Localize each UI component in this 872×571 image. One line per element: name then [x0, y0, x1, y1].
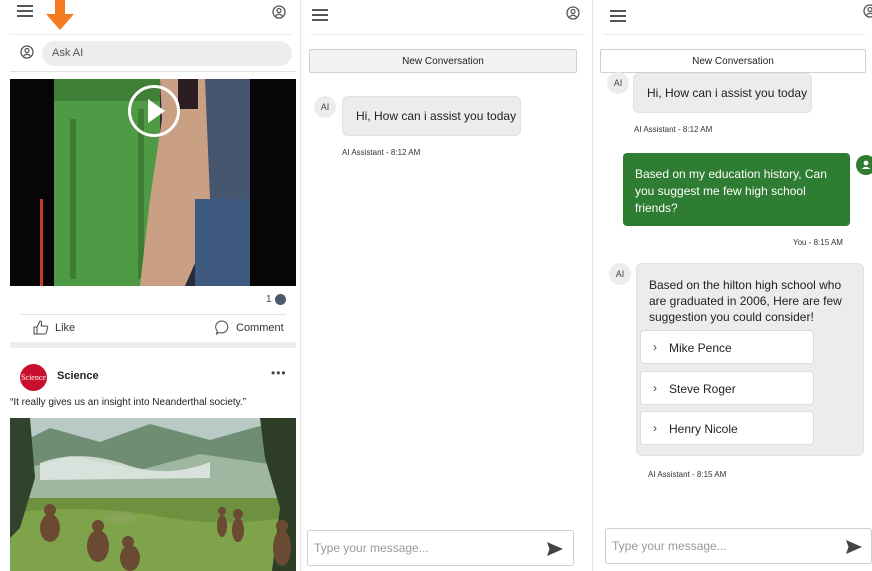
suggestion-chip[interactable]: › Henry Nicole — [640, 411, 814, 445]
arrow-down-icon — [46, 0, 74, 30]
user-message-bubble: Based on my education history, Can you s… — [623, 153, 850, 226]
ai-avatar: AI — [314, 96, 336, 118]
profile-icon[interactable] — [272, 5, 286, 19]
ask-ai-bar[interactable]: Ask AI — [10, 39, 292, 69]
comment-button[interactable]: Comment — [215, 320, 284, 335]
divider — [20, 314, 286, 315]
message-input[interactable]: Type your message... — [314, 541, 429, 555]
chat-panel-new: New Conversation AI Hi, How can i assist… — [300, 0, 593, 571]
new-conversation-button[interactable]: New Conversation — [309, 49, 577, 73]
ask-ai-input[interactable]: Ask AI — [42, 41, 292, 66]
suggestion-chip[interactable]: › Mike Pence — [640, 330, 814, 364]
ai-avatar: AI — [609, 263, 631, 285]
menu-icon[interactable] — [312, 9, 328, 21]
send-icon[interactable] — [547, 542, 563, 556]
post-separator — [10, 342, 296, 348]
comment-label: Comment — [236, 321, 284, 334]
thumbs-up-icon — [33, 320, 49, 335]
ai-avatar: AI — [607, 72, 629, 94]
divider — [10, 71, 296, 72]
header-divider — [10, 34, 292, 35]
chevron-right-icon: › — [653, 340, 657, 354]
ai-response-text: Based on the hilton high school who are … — [649, 278, 842, 324]
ai-message-meta: AI Assistant - 8:12 AM — [342, 148, 421, 157]
header-divider — [311, 34, 585, 35]
source-logo[interactable]: Science — [20, 364, 47, 391]
post-image-illustration — [10, 418, 296, 571]
feed-panel: Ask AI 1 Like Comment Science Science ••… — [0, 0, 300, 571]
ai-message-bubble: Hi, How can i assist you today — [342, 96, 521, 136]
post-image[interactable] — [10, 418, 296, 571]
suggestion-label: Mike Pence — [669, 341, 732, 355]
ai-message-meta: AI Assistant - 8:12 AM — [634, 125, 713, 134]
suggestion-label: Henry Nicole — [669, 422, 738, 436]
post-quote: “It really gives us an insight into Nean… — [10, 397, 247, 408]
chevron-right-icon: › — [653, 381, 657, 395]
comment-icon — [215, 320, 229, 335]
profile-icon[interactable] — [566, 6, 580, 20]
chat-panel-thread: New Conversation AI Hi, How can i assist… — [592, 0, 872, 571]
play-icon[interactable] — [128, 85, 180, 137]
profile-icon[interactable] — [863, 4, 872, 18]
source-name[interactable]: Science — [57, 370, 99, 382]
comment-count[interactable]: 1 — [266, 294, 286, 305]
ai-response-meta: AI Assistant - 8:15 AM — [648, 470, 727, 479]
chevron-right-icon: › — [653, 421, 657, 435]
menu-icon[interactable] — [610, 10, 626, 22]
header-divider — [603, 34, 865, 35]
message-composer[interactable]: Type your message... — [605, 528, 872, 564]
suggestion-label: Steve Roger — [669, 382, 736, 396]
menu-icon[interactable] — [17, 5, 33, 17]
video-player[interactable] — [10, 79, 296, 286]
new-conversation-button[interactable]: New Conversation — [600, 49, 866, 73]
send-icon[interactable] — [846, 540, 862, 554]
message-composer[interactable]: Type your message... — [307, 530, 574, 566]
like-label: Like — [55, 321, 76, 334]
message-input[interactable]: Type your message... — [612, 539, 727, 553]
more-options-icon[interactable]: ••• — [271, 366, 287, 380]
comment-bubble-icon — [274, 294, 286, 305]
ai-message-bubble: Hi, How can i assist you today — [633, 73, 812, 113]
comment-count-value: 1 — [266, 294, 272, 305]
person-icon — [861, 160, 871, 169]
profile-icon — [20, 45, 34, 59]
user-avatar — [856, 155, 872, 175]
like-button[interactable]: Like — [33, 320, 75, 335]
user-message-meta: You - 8:15 AM — [793, 238, 843, 247]
suggestion-chip[interactable]: › Steve Roger — [640, 371, 814, 405]
